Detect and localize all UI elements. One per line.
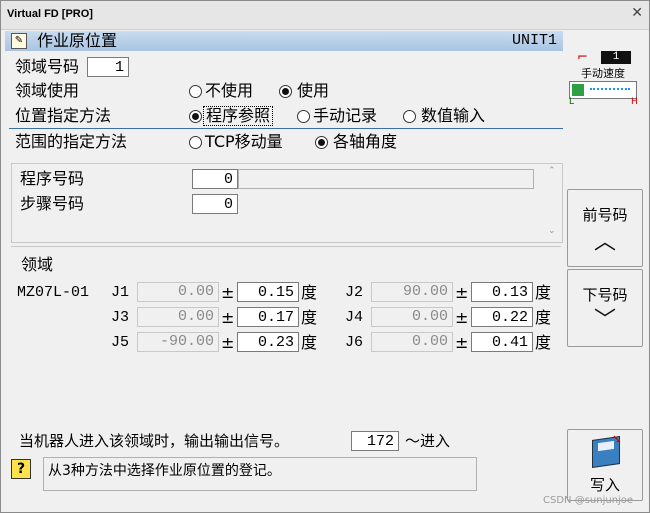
form-icon: ✎: [11, 33, 27, 49]
speed-low-label: L: [569, 97, 575, 107]
prev-number-button[interactable]: 前号码 ︿: [567, 189, 643, 267]
joint-j1-plusminus: ±: [221, 283, 235, 302]
joint-j4-plusminus: ±: [455, 308, 469, 327]
joint-j3-plusminus: ±: [221, 308, 235, 327]
joint-j6-unit: 度: [535, 333, 552, 352]
joint-j5-tolerance[interactable]: 0.23: [237, 332, 299, 352]
program-number-label: 程序号码: [20, 169, 85, 188]
hint-bar: ? 从3种方法中选择作业原位置的登记。: [9, 457, 479, 491]
signal-description: 当机器人进入该领域时，输出输出信号。: [19, 432, 290, 450]
joint-j3-unit: 度: [301, 308, 318, 327]
speed-value-box: 1: [601, 51, 631, 64]
joint-j2-unit: 度: [535, 283, 552, 302]
joint-j6-plusminus: ±: [455, 333, 469, 352]
program-name-field: [238, 169, 534, 189]
program-reference-label[interactable]: 程序参照: [203, 106, 274, 126]
joint-j5-unit: 度: [301, 333, 318, 352]
joint-j2-label: J2: [345, 284, 364, 301]
manual-record-label[interactable]: 手动记录: [313, 106, 377, 126]
write-label: 写入: [589, 476, 620, 494]
joint-j6-tolerance[interactable]: 0.41: [471, 332, 533, 352]
region-use-label: 领域使用: [15, 81, 80, 100]
joint-j3-tolerance[interactable]: 0.17: [237, 307, 299, 327]
joint-j2-tolerance[interactable]: 0.13: [471, 282, 533, 302]
numeric-input-label[interactable]: 数值输入: [421, 106, 485, 126]
step-number-label: 步骤号码: [20, 194, 85, 213]
position-method-label: 位置指定方法: [15, 106, 112, 125]
speed-label: 手动速度: [581, 67, 625, 80]
screen-title: 作业原位置: [37, 31, 118, 50]
joint-j5-plusminus: ±: [221, 333, 235, 352]
region-number-label: 领域号码: [15, 57, 80, 76]
joint-j4-value: 0.00: [371, 307, 453, 327]
robot-model-label: MZ07L-01: [17, 284, 90, 301]
joint-j2-value: 90.00: [371, 282, 453, 302]
program-panel: 程序号码 0 步骤号码 0 ⌃ ⌄: [11, 163, 563, 243]
step-number-field[interactable]: 0: [192, 194, 238, 214]
next-number-label: 下号码: [582, 286, 628, 304]
speed-high-label: H: [631, 97, 638, 107]
axis-angle-label[interactable]: 各轴角度: [333, 132, 397, 152]
axis-angle-radio[interactable]: [315, 136, 328, 149]
region-use-off-label[interactable]: 不使用: [205, 81, 253, 101]
close-icon[interactable]: ✕: [631, 5, 643, 21]
range-method-label: 范围的指定方法: [15, 132, 128, 151]
help-icon: ?: [11, 459, 31, 479]
joint-j4-tolerance[interactable]: 0.22: [471, 307, 533, 327]
manual-record-radio[interactable]: [297, 110, 310, 123]
joint-j1-value: 0.00: [137, 282, 219, 302]
joint-j2-plusminus: ±: [455, 283, 469, 302]
prev-number-label: 前号码: [582, 206, 628, 224]
program-reference-radio[interactable]: [189, 110, 202, 123]
region-group-title: 领域: [21, 255, 54, 274]
region-number-field[interactable]: 1: [87, 57, 129, 77]
signal-suffix: ～进入: [405, 432, 451, 450]
region-group-divider: [11, 246, 561, 247]
unit-label: UNIT1: [511, 32, 557, 49]
scroll-down-arrow-icon[interactable]: ⌄: [548, 226, 556, 236]
tcp-move-radio[interactable]: [189, 136, 202, 149]
robot-arm-icon: ⌐: [577, 50, 588, 65]
separator-line: [9, 128, 563, 129]
chevron-up-icon: ︿: [593, 230, 616, 255]
joint-j5-label: J5: [111, 334, 130, 351]
speed-bar: [569, 81, 637, 99]
tcp-move-label[interactable]: TCP移动量: [205, 132, 283, 152]
joint-j1-unit: 度: [301, 283, 318, 302]
hint-text: 从3种方法中选择作业原位置的登记。: [48, 463, 281, 479]
watermark: CSDN @sunjunjoe: [543, 495, 634, 506]
signal-number-field[interactable]: 172: [351, 431, 399, 451]
program-number-field[interactable]: 0: [192, 169, 238, 189]
write-button[interactable]: ➘ 写入: [567, 429, 643, 501]
next-number-button[interactable]: 下号码 ﹀: [567, 269, 643, 347]
speed-bar-fill: [572, 84, 584, 96]
region-use-on-label[interactable]: 使用: [297, 81, 329, 101]
joint-j3-value: 0.00: [137, 307, 219, 327]
joint-j4-label: J4: [345, 309, 364, 326]
window-title: Virtual FD [PRO]: [7, 8, 93, 20]
joint-j3-label: J3: [111, 309, 130, 326]
joint-j5-value: -90.00: [137, 332, 219, 352]
title-bar: Virtual FD [PRO] ✕: [1, 1, 649, 30]
chevron-down-icon: ﹀: [593, 308, 616, 333]
manual-speed-widget: ⌐ 1 手动速度 L H: [567, 49, 639, 107]
numeric-input-radio[interactable]: [403, 110, 416, 123]
main-window: Virtual FD [PRO] ✕ ✎ 作业原位置 UNIT1 ⌐ 1 手动速…: [0, 0, 650, 513]
joint-j6-label: J6: [345, 334, 364, 351]
speed-bar-marker: [590, 88, 630, 92]
write-arrow-icon: ➘: [612, 432, 623, 446]
hint-text-box: 从3种方法中选择作业原位置的登记。: [43, 457, 477, 491]
scroll-up-arrow-icon[interactable]: ⌃: [548, 166, 556, 176]
joint-j1-tolerance[interactable]: 0.15: [237, 282, 299, 302]
screen-header: ✎ 作业原位置 UNIT1: [5, 31, 563, 51]
region-use-on-radio[interactable]: [279, 85, 292, 98]
joint-j4-unit: 度: [535, 308, 552, 327]
region-use-off-radio[interactable]: [189, 85, 202, 98]
joint-j6-value: 0.00: [371, 332, 453, 352]
joint-j1-label: J1: [111, 284, 130, 301]
